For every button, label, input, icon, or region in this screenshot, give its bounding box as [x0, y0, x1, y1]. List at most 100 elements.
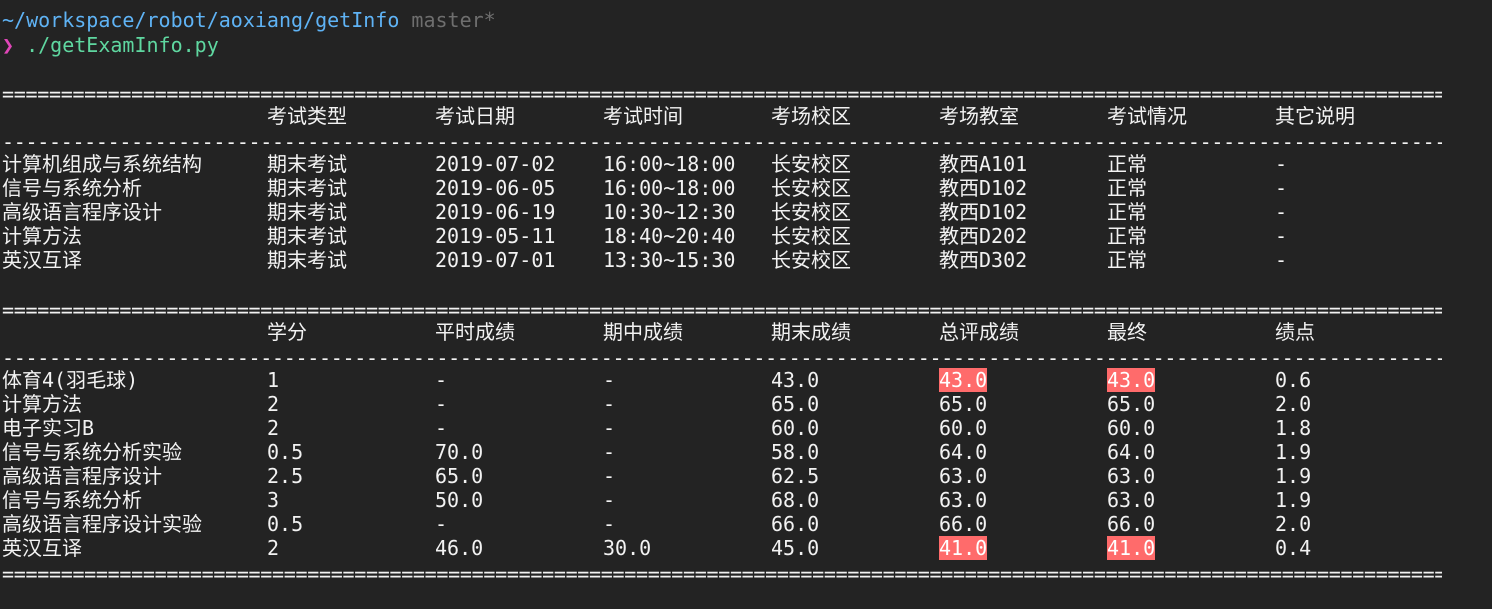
fail-highlight: 43.0 [939, 368, 988, 392]
table-cell: 期末考试 [267, 200, 347, 224]
column-header: 期中成绩 [603, 320, 683, 344]
table-cell: - [603, 488, 616, 512]
table-cell: - [435, 368, 448, 392]
table-cell: 45.0 [771, 536, 820, 560]
table-cell: 62.5 [771, 464, 820, 488]
table-cell: - [603, 512, 616, 536]
table-cell: 教西A101 [939, 152, 1028, 176]
course-name-cell: 计算机组成与系统结构 [2, 152, 202, 176]
table-cell: 65.0 [939, 392, 988, 416]
rule-dashed: ----------------------------------------… [2, 346, 1442, 370]
table-cell: 2 [267, 392, 280, 416]
table-cell: 0.5 [267, 440, 304, 464]
table-cell: 64.0 [1107, 440, 1156, 464]
course-name-cell: 信号与系统分析实验 [2, 440, 182, 464]
table-cell: 66.0 [771, 512, 820, 536]
course-name-cell: 高级语言程序设计 [2, 200, 162, 224]
table-cell: 63.0 [1107, 464, 1156, 488]
column-header: 期末成绩 [771, 320, 851, 344]
table-cell: 50.0 [435, 488, 484, 512]
table-cell: - [1275, 200, 1288, 224]
column-header: 考场教室 [939, 104, 1019, 128]
table-cell: 16:00~18:00 [603, 152, 736, 176]
table-cell: 教西D102 [939, 176, 1028, 200]
rule-double: ========================================… [2, 82, 1442, 106]
table-cell: 68.0 [771, 488, 820, 512]
table-cell: 正常 [1107, 152, 1147, 176]
table-cell: 60.0 [1107, 416, 1156, 440]
table-cell: 0.4 [1275, 536, 1312, 560]
table-cell: 长安校区 [771, 224, 851, 248]
table-cell: 43.0 [771, 368, 820, 392]
table-cell: 70.0 [435, 440, 484, 464]
course-name-cell: 计算方法 [2, 224, 82, 248]
table-cell: - [435, 512, 448, 536]
table-cell: 41.0 [939, 536, 988, 560]
table-cell: 2.0 [1275, 392, 1312, 416]
table-cell: - [1275, 176, 1288, 200]
table-cell: 正常 [1107, 248, 1147, 272]
table-cell: 2019-07-01 [435, 248, 556, 272]
course-name-cell: 高级语言程序设计实验 [2, 512, 202, 536]
table-cell: 教西D102 [939, 200, 1028, 224]
table-cell: 60.0 [939, 416, 988, 440]
fail-highlight: 41.0 [939, 536, 988, 560]
column-header: 学分 [267, 320, 307, 344]
table-cell: - [603, 392, 616, 416]
prompt-caret-icon: ❯ [2, 33, 15, 57]
table-cell: - [603, 440, 616, 464]
table-cell: 13:30~15:30 [603, 248, 736, 272]
table-cell: 66.0 [1107, 512, 1156, 536]
table-cell: 65.0 [771, 392, 820, 416]
table-cell: 2019-06-05 [435, 176, 556, 200]
table-cell: 1.9 [1275, 464, 1312, 488]
table-cell: 长安校区 [771, 176, 851, 200]
table-cell: 2019-05-11 [435, 224, 556, 248]
table-cell: 1.9 [1275, 488, 1312, 512]
table-cell: 2 [267, 536, 280, 560]
table-cell: 2019-07-02 [435, 152, 556, 176]
table-cell: 长安校区 [771, 152, 851, 176]
column-header: 其它说明 [1275, 104, 1355, 128]
table-cell: 63.0 [939, 488, 988, 512]
column-header: 平时成绩 [435, 320, 515, 344]
table-cell: 63.0 [939, 464, 988, 488]
table-cell: 2 [267, 416, 280, 440]
column-header: 总评成绩 [939, 320, 1019, 344]
table-cell: 60.0 [771, 416, 820, 440]
table-cell: - [435, 392, 448, 416]
table-cell: 期末考试 [267, 248, 347, 272]
table-cell: - [1275, 248, 1288, 272]
table-cell: 41.0 [1107, 536, 1156, 560]
course-name-cell: 高级语言程序设计 [2, 464, 162, 488]
table-cell: - [603, 416, 616, 440]
table-cell: 正常 [1107, 176, 1147, 200]
table-cell: 58.0 [771, 440, 820, 464]
course-name-cell: 信号与系统分析 [2, 176, 142, 200]
column-header: 绩点 [1275, 320, 1315, 344]
table-cell: 正常 [1107, 200, 1147, 224]
course-name-cell: 电子实习B [2, 416, 95, 440]
git-branch: master* [411, 8, 496, 32]
table-cell: 0.5 [267, 512, 304, 536]
table-cell: 2019-06-19 [435, 200, 556, 224]
table-cell: - [603, 464, 616, 488]
course-name-cell: 英汉互译 [2, 248, 82, 272]
table-cell: 教西D202 [939, 224, 1028, 248]
table-cell: 65.0 [435, 464, 484, 488]
table-cell: 43.0 [939, 368, 988, 392]
table-cell: 1.8 [1275, 416, 1312, 440]
fail-highlight: 43.0 [1107, 368, 1156, 392]
table-cell: 长安校区 [771, 200, 851, 224]
table-cell: 65.0 [1107, 392, 1156, 416]
table-cell: 期末考试 [267, 152, 347, 176]
table-cell: 63.0 [1107, 488, 1156, 512]
table-cell: 1 [267, 368, 280, 392]
course-name-cell: 信号与系统分析 [2, 488, 142, 512]
command-line[interactable]: ❯ ./getExamInfo.py [2, 33, 219, 57]
table-cell: 30.0 [603, 536, 652, 560]
prompt-line: ~/workspace/robot/aoxiang/getInfo master… [2, 8, 496, 32]
course-name-cell: 体育4(羽毛球) [2, 368, 139, 392]
rule-dashed: ----------------------------------------… [2, 130, 1442, 154]
column-header: 最终 [1107, 320, 1147, 344]
